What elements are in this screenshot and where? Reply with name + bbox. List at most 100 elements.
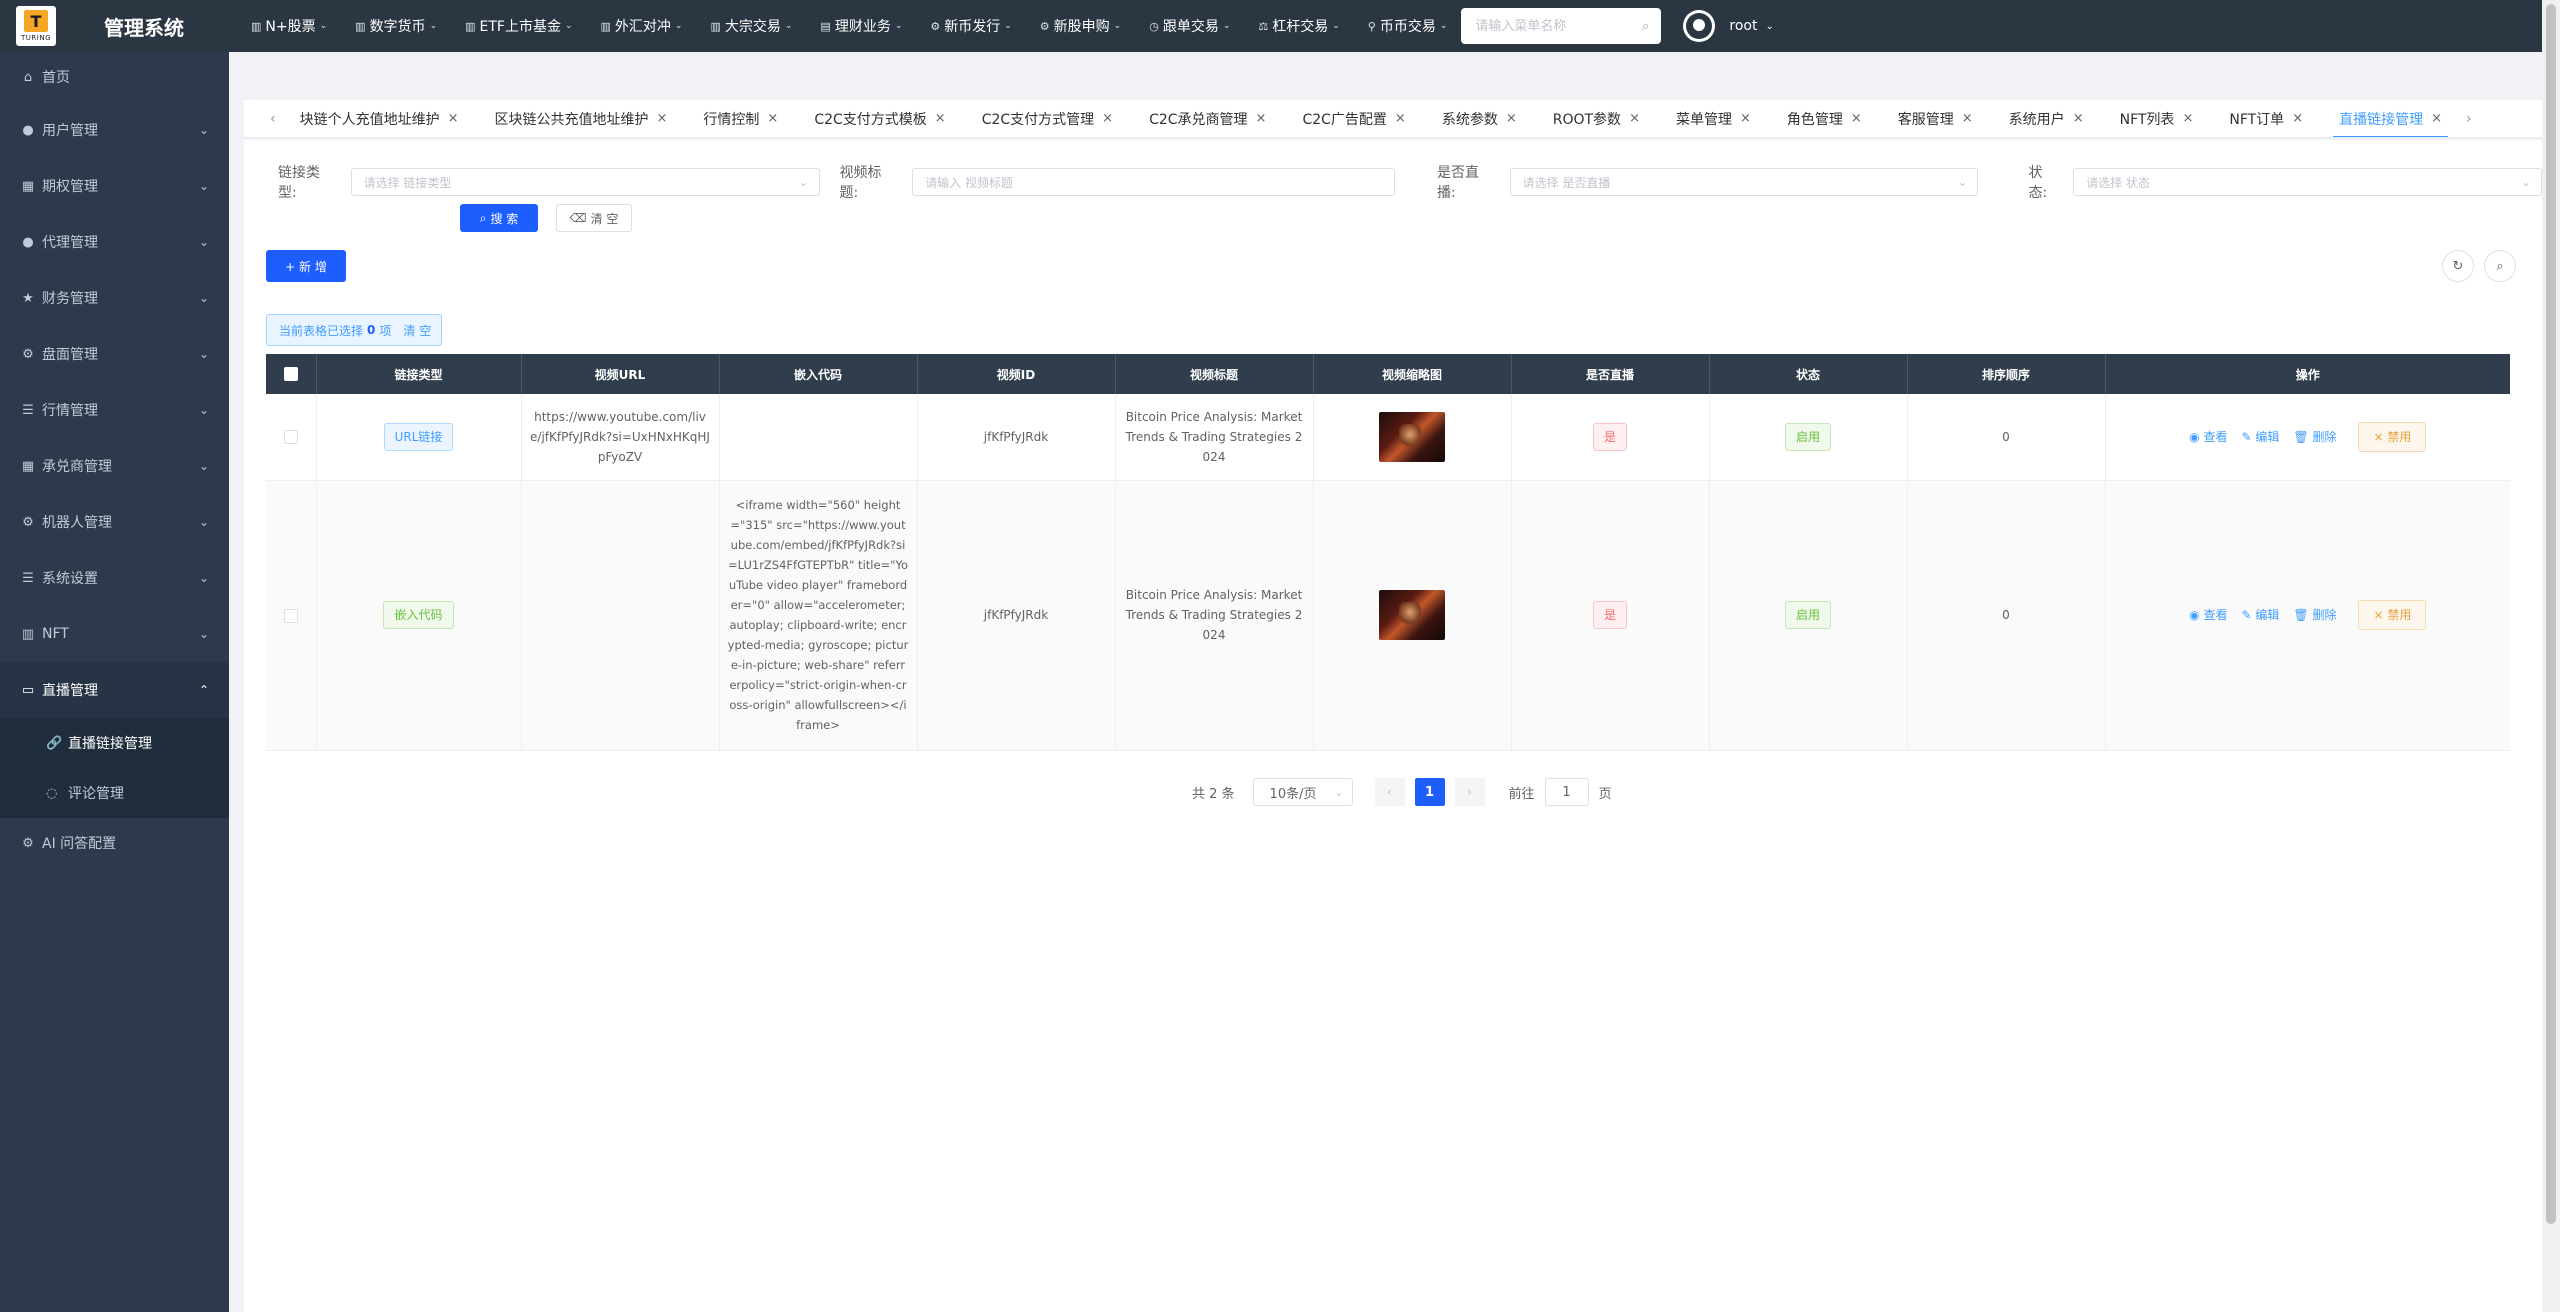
tag-view-item[interactable]: 区块链公共充值地址维护 × [477,100,686,137]
row-select-cell[interactable] [266,394,317,481]
tag-view-item[interactable]: NFT订单 × [2211,100,2321,137]
logo: T TURING [16,6,56,46]
topnav-leverage[interactable]: ⚖ 杠杆交易 ⌄ [1258,16,1339,36]
status-select[interactable]: 请选择 状态 ⌄ [2073,168,2543,196]
close-icon[interactable]: × [1102,111,1113,126]
sidebar-item-user-management[interactable]: ● 用户管理 ⌄ [0,102,229,158]
sidebar-item-settings[interactable]: ☰ 系统设置 ⌄ [0,550,229,606]
edit-button[interactable]: ✎ 编辑 [2241,605,2279,625]
tag-view-item-active[interactable]: 直播链接管理 × [2321,100,2460,137]
topnav-ipo[interactable]: ⚙ 新股申购 ⌄ [1040,16,1121,36]
tag-view-item[interactable]: C2C支付方式模板 × [796,100,963,137]
sidebar-item-nft[interactable]: ▥ NFT ⌄ [0,606,229,662]
tag-view-item[interactable]: 角色管理 × [1769,100,1880,137]
close-icon[interactable]: × [2431,111,2442,126]
page-size-select[interactable]: 10条/页 ⌄ [1252,778,1353,806]
topnav-spot[interactable]: ⚲ 币币交易 ⌄ [1368,16,1448,36]
sidebar-item-robots[interactable]: ⚙ 机器人管理 ⌄ [0,494,229,550]
topnav-forex[interactable]: ▥ 外汇对冲 ⌄ [601,16,683,36]
tag-view-item[interactable]: C2C广告配置 × [1284,100,1423,137]
tabs-prev-icon[interactable]: ‹ [264,111,282,127]
add-button[interactable]: + 新 增 [266,250,346,282]
topnav-crypto[interactable]: ▥ 数字货币 ⌄ [355,16,437,36]
tabs-next-icon[interactable]: › [2460,111,2478,127]
close-icon[interactable]: × [935,111,946,126]
thumbnail-cell [1313,394,1512,481]
select-all-cell[interactable] [266,354,317,394]
tag-view-item[interactable]: ROOT参数 × [1535,100,1658,137]
video-thumbnail[interactable] [1379,590,1445,640]
close-icon[interactable]: × [1256,111,1267,126]
close-icon[interactable]: × [657,111,668,126]
sidebar-item-agents[interactable]: ● 代理管理 ⌄ [0,214,229,270]
table-row: URL链接 https://www.youtube.com/live/jfKfP… [266,394,2510,481]
search-toggle-icon[interactable]: ⌕ [2484,250,2516,282]
tag-view-item[interactable]: C2C承兑商管理 × [1131,100,1284,137]
disable-button[interactable]: × 禁用 [2358,421,2427,452]
close-icon[interactable]: × [2073,111,2084,126]
tag-view-item[interactable]: C2C支付方式管理 × [964,100,1131,137]
sidebar-item-home[interactable]: ⌂ 首页 [0,52,229,102]
gear-icon: ⚙ [22,346,34,362]
close-icon[interactable]: × [1629,111,1640,126]
tag-view-item[interactable]: 行情控制 × [685,100,796,137]
sidebar-item-live[interactable]: ▭ 直播管理 ⌃ [0,662,229,718]
close-icon[interactable]: × [1962,111,1973,126]
sidebar-item-acceptors[interactable]: ▦ 承兑商管理 ⌄ [0,438,229,494]
tag-view-item[interactable]: NFT列表 × [2102,100,2212,137]
tag-view-item[interactable]: 块链个人充值地址维护 × [282,100,477,137]
video-title-input[interactable]: 请输入 视频标题 [912,168,1395,196]
clear-button[interactable]: ⌫ 清 空 [556,204,632,232]
tag-view-item[interactable]: 系统参数 × [1424,100,1535,137]
sidebar-item-label: 代理管理 [42,235,98,251]
tag-view-item[interactable]: 系统用户 × [1991,100,2102,137]
tag-view-item[interactable]: 客服管理 × [1880,100,1991,137]
close-icon[interactable]: × [1740,111,1751,126]
delete-button[interactable]: 🗑 删除 [2293,427,2336,447]
delete-button[interactable]: 🗑 删除 [2293,605,2336,625]
close-icon[interactable]: × [2292,111,2303,126]
topnav-copy-trading[interactable]: ◷ 跟单交易 ⌄ [1149,16,1230,36]
topnav-wealth[interactable]: ▤ 理财业务 ⌄ [820,16,902,36]
close-icon[interactable]: × [1506,111,1517,126]
sidebar-item-ai-config[interactable]: ⚙ AI 问答配置 [0,818,229,868]
scrollbar-thumb[interactable] [2546,4,2556,1224]
select-all-checkbox[interactable] [283,367,298,382]
view-button[interactable]: ◉ 查看 [2189,427,2227,447]
edit-button[interactable]: ✎ 编辑 [2241,427,2279,447]
link-type-select[interactable]: 请选择 链接类型 ⌄ [350,168,820,196]
sidebar-subitem-comments[interactable]: ◌ 评论管理 [0,768,229,818]
topnav-etf[interactable]: ▥ ETF上市基金 ⌄ [465,16,572,36]
close-icon[interactable]: × [448,111,459,126]
is-live-select[interactable]: 请选择 是否直播 ⌄ [1509,168,1979,196]
topnav-new-coin[interactable]: ⚙ 新币发行 ⌄ [930,16,1011,36]
sidebar-item-options[interactable]: ▦ 期权管理 ⌄ [0,158,229,214]
tag-view-item[interactable]: 菜单管理 × [1658,100,1769,137]
menu-search-input[interactable] [1461,8,1662,44]
page-number-active[interactable]: 1 [1414,778,1445,806]
topnav-bulk[interactable]: ▥ 大宗交易 ⌄ [710,16,792,36]
search-button[interactable]: ⌕ 搜 索 [460,204,538,232]
close-icon[interactable]: × [767,111,778,126]
row-checkbox[interactable] [283,430,298,445]
refresh-icon[interactable]: ↻ [2442,250,2474,282]
prev-page-button[interactable]: ‹ [1374,778,1405,806]
next-page-button[interactable]: › [1454,778,1485,806]
close-icon[interactable]: × [1395,111,1406,126]
sidebar-item-quotes[interactable]: ☰ 行情管理 ⌄ [0,382,229,438]
close-icon[interactable]: × [1851,111,1862,126]
page-scrollbar[interactable] [2542,0,2560,1312]
selection-clear-link[interactable]: 清 空 [403,322,431,339]
row-checkbox[interactable] [283,608,298,623]
disable-button[interactable]: × 禁用 [2358,600,2427,630]
close-icon[interactable]: × [2182,111,2193,126]
sidebar-item-finance[interactable]: ★ 财务管理 ⌄ [0,270,229,326]
view-button[interactable]: ◉ 查看 [2189,605,2227,625]
video-thumbnail[interactable] [1379,411,1445,462]
user-menu[interactable]: root ⌄ [1683,10,1774,42]
topnav-stocks[interactable]: ▥ N+股票 ⌄ [251,16,327,36]
goto-page-input[interactable] [1544,778,1589,806]
sidebar-subitem-live-links[interactable]: 🔗 直播链接管理 [0,718,229,768]
sidebar-item-market-board[interactable]: ⚙ 盘面管理 ⌄ [0,326,229,382]
row-select-cell[interactable] [266,480,317,751]
